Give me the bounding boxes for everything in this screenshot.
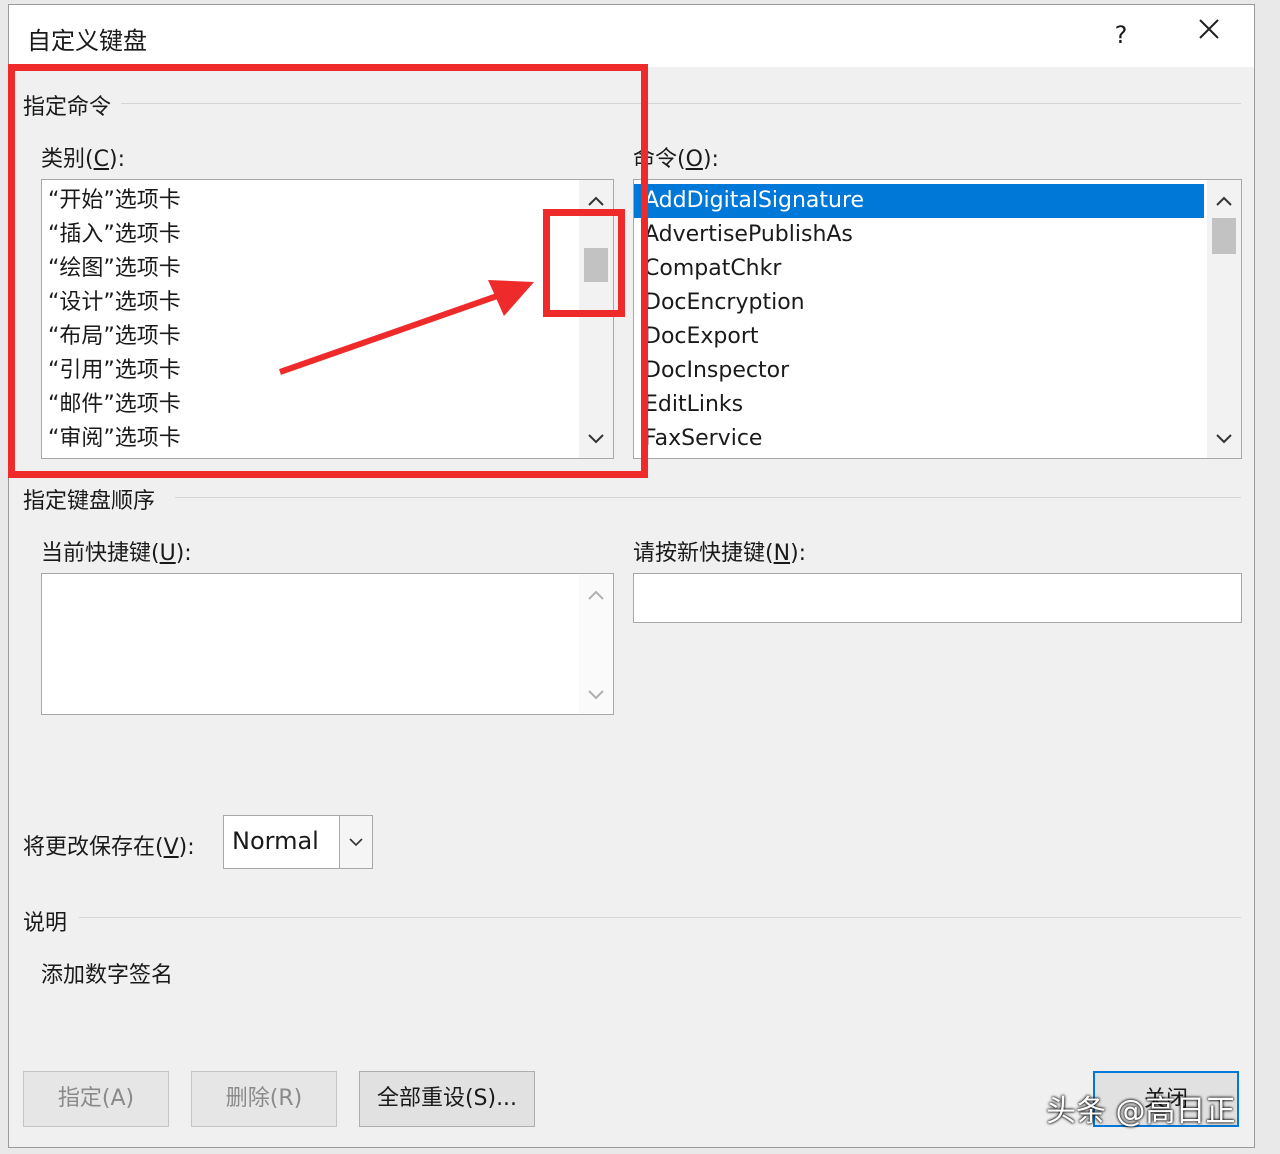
save-in-value: Normal bbox=[232, 827, 319, 855]
save-in-dropdown[interactable]: Normal bbox=[223, 815, 373, 869]
chevron-up-icon bbox=[588, 590, 604, 600]
description-text: 添加数字签名 bbox=[41, 963, 174, 988]
group-divider bbox=[79, 917, 1241, 918]
assign-button[interactable]: 指定(A) bbox=[23, 1071, 169, 1127]
command-item[interactable]: DocExport bbox=[634, 320, 759, 354]
save-in-label: 将更改保存在(V): bbox=[23, 835, 195, 860]
dropdown-button[interactable] bbox=[339, 816, 372, 868]
chevron-down-icon bbox=[588, 690, 604, 700]
dialog-title: 自定义键盘 bbox=[27, 27, 147, 55]
command-item-selected[interactable]: AddDigitalSignature bbox=[634, 184, 1204, 218]
group-divider bbox=[175, 497, 1241, 498]
scroll-thumb[interactable] bbox=[1212, 218, 1236, 254]
command-item[interactable]: DocInspector bbox=[634, 354, 789, 388]
current-keys-label: 当前快捷键(U): bbox=[41, 541, 192, 566]
chevron-up-icon bbox=[1216, 196, 1232, 206]
scroll-up-button[interactable] bbox=[1207, 184, 1241, 218]
help-icon: ? bbox=[1114, 21, 1128, 49]
scroll-down-button bbox=[579, 678, 613, 712]
watermark: 头条 @高日正 bbox=[1046, 1094, 1236, 1129]
command-item[interactable]: DocEncryption bbox=[634, 286, 805, 320]
remove-button[interactable]: 删除(R) bbox=[191, 1071, 337, 1127]
title-bar: 自定义键盘 ? bbox=[9, 5, 1254, 67]
commands-scrollbar[interactable] bbox=[1207, 180, 1241, 458]
commands-listbox[interactable]: AddDigitalSignature AdvertisePublishAs C… bbox=[633, 179, 1242, 459]
current-keys-listbox[interactable] bbox=[41, 573, 614, 715]
chevron-down-icon bbox=[1216, 434, 1232, 444]
help-button[interactable]: ? bbox=[1103, 15, 1139, 55]
command-item[interactable]: EditLinks bbox=[634, 388, 743, 422]
assign-keys-group-label: 指定键盘顺序 bbox=[23, 489, 156, 514]
annotation-box-scroll-thumb bbox=[543, 209, 625, 317]
chevron-down-icon bbox=[349, 837, 363, 846]
reset-all-button[interactable]: 全部重设(S)... bbox=[359, 1071, 535, 1127]
scroll-down-button[interactable] bbox=[1207, 422, 1241, 456]
command-item[interactable]: AdvertisePublishAs bbox=[634, 218, 853, 252]
command-item[interactable]: CompatChkr bbox=[634, 252, 781, 286]
new-key-input[interactable] bbox=[633, 573, 1242, 623]
scroll-up-button bbox=[579, 578, 613, 612]
close-icon bbox=[1199, 19, 1219, 39]
command-item[interactable]: FaxService bbox=[634, 422, 762, 456]
new-key-label: 请按新快捷键(N): bbox=[633, 541, 807, 566]
description-group-label: 说明 bbox=[23, 911, 68, 936]
current-keys-scrollbar bbox=[579, 574, 613, 714]
close-window-button[interactable] bbox=[1187, 15, 1231, 55]
